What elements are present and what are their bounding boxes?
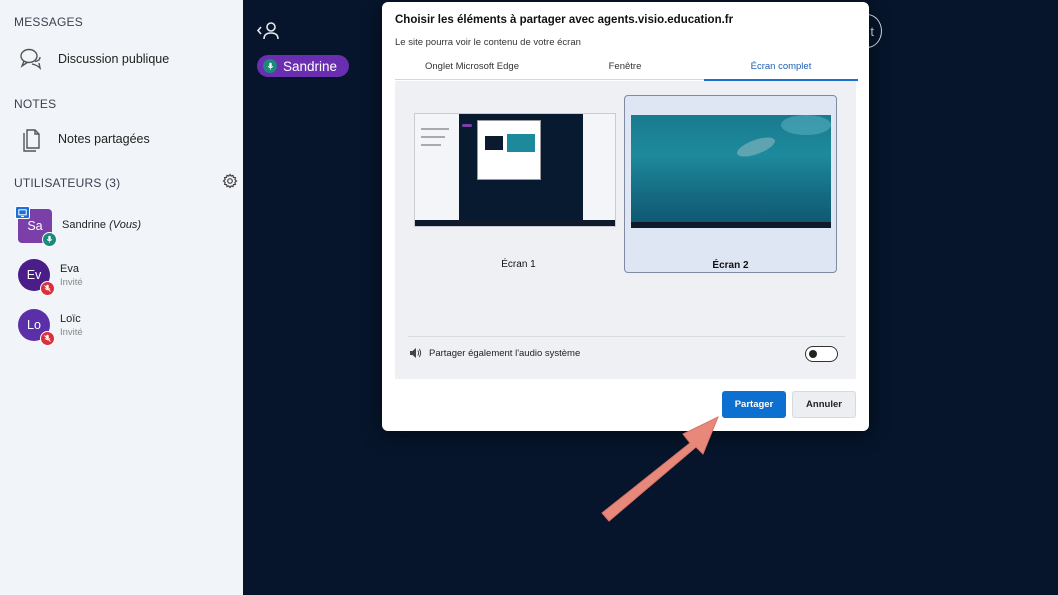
user-list-item[interactable]: Lo Loïc Invité — [18, 309, 83, 346]
screen-2-preview — [631, 115, 831, 228]
share-source-tabs: Onglet Microsoft Edge Fenêtre Écran comp… — [395, 58, 858, 81]
avatar: Sa — [15, 206, 57, 247]
user-name: Sandrine (Vous) — [62, 219, 142, 231]
tab-entire-screen[interactable]: Écran complet — [704, 58, 858, 81]
toggle-knob — [809, 349, 817, 358]
dialog-title: Choisir les éléments à partager avec age… — [395, 14, 734, 26]
users-section-title: UTILISATEURS (3) — [14, 176, 121, 190]
system-audio-toggle[interactable] — [805, 346, 838, 362]
user-self-suffix: (Vous) — [109, 219, 142, 231]
public-chat-label: Discussion publique — [58, 52, 170, 66]
user-name: Loïc — [60, 313, 81, 325]
microphone-icon — [42, 232, 57, 247]
notes-document-icon — [23, 129, 40, 152]
avatar-initials: Sa — [27, 219, 43, 233]
screen-1-preview — [414, 113, 616, 227]
annotation-arrow-icon — [601, 415, 719, 522]
screen-option-2[interactable]: Écran 2 — [624, 95, 837, 273]
chat-bubbles-icon — [20, 48, 42, 71]
microphone-muted-icon — [40, 331, 55, 346]
screen-1-label: Écran 1 — [501, 259, 536, 270]
avatar-initials: Lo — [27, 318, 41, 332]
public-chat-item[interactable]: Discussion publique — [18, 46, 169, 72]
screen-2-label: Écran 2 — [712, 260, 749, 271]
avatar: Ev — [18, 259, 55, 296]
user-list-item[interactable]: Ev Eva Invité — [18, 259, 83, 296]
shared-notes-item[interactable]: Notes partagées — [18, 126, 150, 152]
microphone-icon — [263, 59, 277, 73]
top-right-button-glyph: t — [870, 24, 874, 39]
shared-notes-label: Notes partagées — [58, 132, 150, 146]
toggle-user-list-icon[interactable] — [256, 20, 280, 42]
gear-icon[interactable] — [222, 173, 238, 189]
avatar: Lo — [18, 309, 55, 346]
divider — [408, 336, 845, 337]
microphone-muted-icon — [40, 281, 55, 296]
screen-picker-area: Écran 1 Écran 2 Partager également l'aud… — [395, 81, 856, 379]
user-role: Invité — [60, 277, 83, 288]
cancel-button[interactable]: Annuler — [792, 391, 856, 418]
user-role: Invité — [60, 327, 83, 338]
user-name: Eva — [60, 263, 79, 275]
active-speaker-name: Sandrine — [283, 58, 338, 74]
tab-window[interactable]: Fenêtre — [565, 58, 685, 80]
dialog-subtitle: Le site pourra voir le contenu de votre … — [395, 37, 581, 48]
speaker-icon — [410, 348, 422, 358]
notes-section-title: NOTES — [14, 97, 57, 111]
system-audio-row: Partager également l'audio système — [409, 347, 580, 359]
user-list-item[interactable]: Sa Sandrine (Vous) — [15, 206, 142, 247]
messages-section-title: MESSAGES — [14, 15, 83, 29]
presenter-screen-icon — [15, 206, 30, 219]
active-speaker-pill: Sandrine — [257, 55, 350, 77]
share-button[interactable]: Partager — [722, 391, 786, 418]
tab-edge-tab[interactable]: Onglet Microsoft Edge — [395, 58, 549, 80]
sidebar: MESSAGES Discussion publique NOTES Notes… — [0, 0, 243, 595]
screen-share-dialog: Choisir les éléments à partager avec age… — [382, 2, 869, 431]
system-audio-label: Partager également l'audio système — [429, 347, 581, 359]
avatar-initials: Ev — [26, 268, 42, 282]
screen-option-1[interactable]: Écran 1 — [412, 95, 625, 273]
